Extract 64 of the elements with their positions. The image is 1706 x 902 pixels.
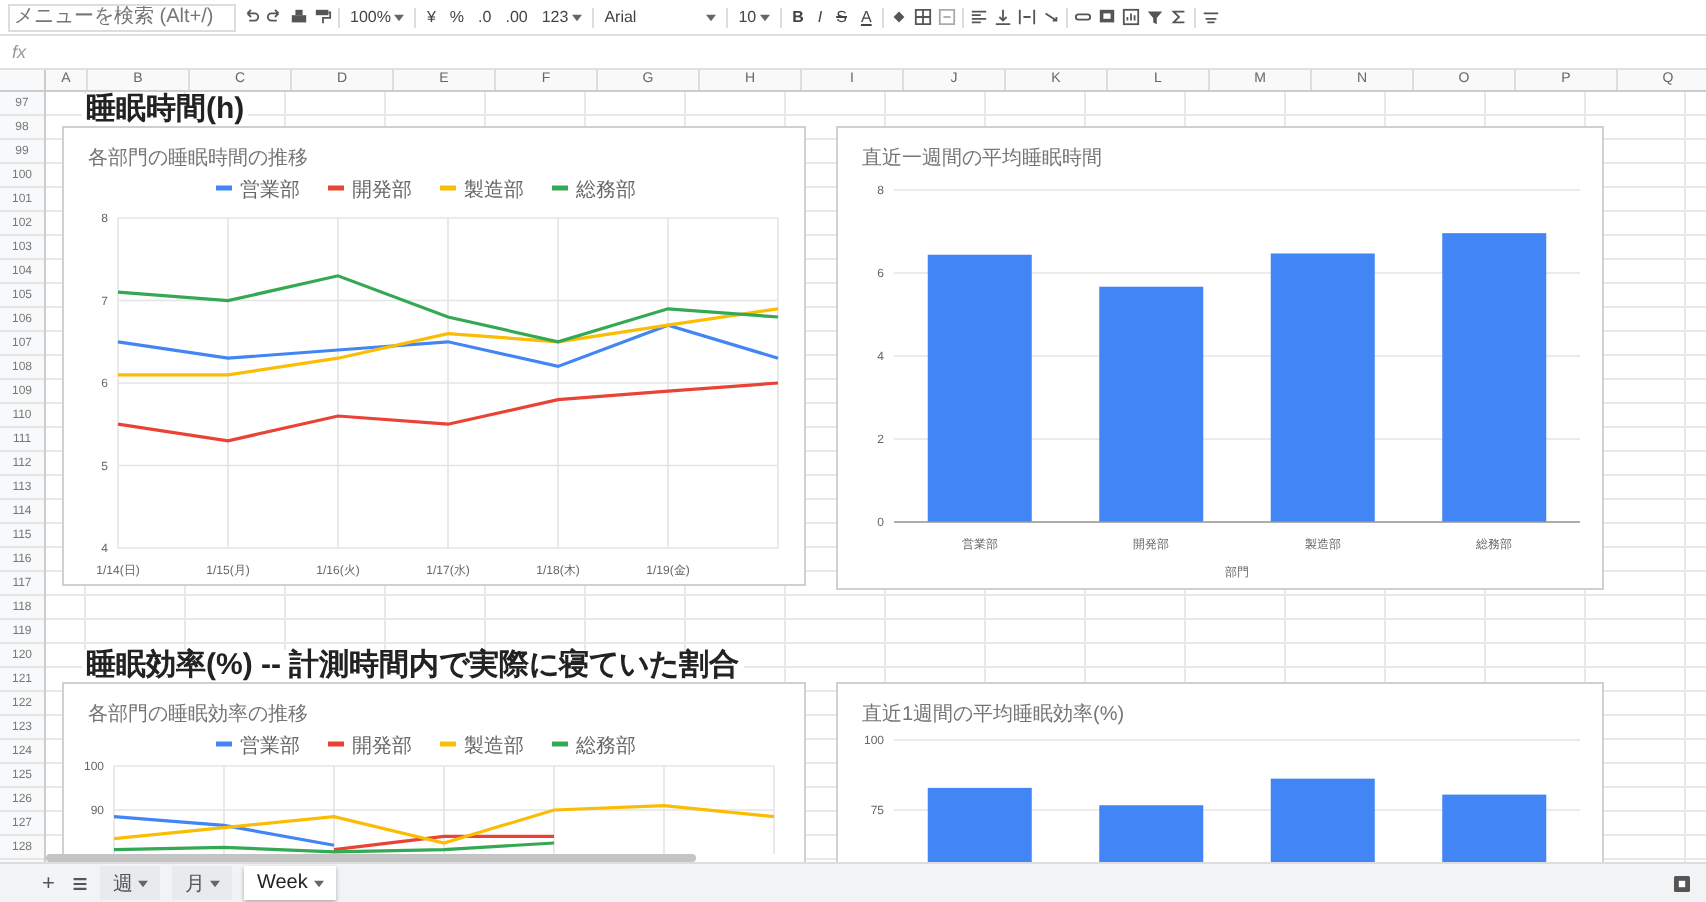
link-icon[interactable] [1073, 8, 1092, 26]
section-heading: 睡眠効率(%) -- 計測時間内で実際に寝ていた割合 [82, 650, 744, 682]
sheet-tab[interactable]: Week [244, 866, 336, 900]
italic-button[interactable]: I [813, 5, 827, 29]
caret-icon [394, 13, 405, 21]
sheet-tab[interactable]: 週 [100, 866, 161, 900]
filter-icon[interactable] [1145, 8, 1164, 26]
legend-label: 営業部 [240, 734, 300, 758]
font-dropdown[interactable]: Arial [600, 5, 721, 29]
explore-icon[interactable] [1674, 875, 1690, 891]
sheet-tab[interactable]: 月 [172, 866, 233, 900]
legend-label: 総務部 [574, 178, 636, 202]
chart-icon[interactable] [1121, 8, 1140, 26]
legend-item: 総務部 [552, 736, 636, 758]
legend-item: 営業部 [216, 736, 300, 758]
zoom-dropdown[interactable]: 100% [346, 5, 409, 29]
section-heading: 睡眠時間(h) [82, 94, 249, 126]
input-tools-icon[interactable] [1201, 8, 1220, 26]
caret-icon [138, 879, 149, 887]
legend-label: 製造部 [464, 734, 524, 758]
vertical-align-icon[interactable] [993, 8, 1012, 26]
caret-icon [572, 13, 583, 21]
legend-item: 開発部 [328, 736, 412, 758]
bold-button[interactable]: B [788, 5, 808, 29]
menu-search-field[interactable]: メニューを検索 (Alt+/) [8, 3, 236, 31]
legend-label: 総務部 [574, 734, 636, 758]
number-format-dropdown[interactable]: 123 [537, 5, 587, 29]
chart-title: 各部門の睡眠効率の推移 [88, 704, 308, 726]
caret-icon [706, 13, 717, 21]
chart-title: 直近一週間の平均睡眠時間 [862, 148, 1102, 170]
percent-button[interactable]: % [445, 5, 469, 29]
currency-button[interactable]: ¥ [422, 5, 440, 29]
legend-label: 開発部 [352, 734, 412, 758]
legend-item: 製造部 [440, 180, 524, 202]
borders-icon[interactable] [913, 8, 932, 26]
add-sheet-button[interactable]: + [36, 869, 61, 897]
sheet-list-icon[interactable] [72, 875, 89, 891]
legend-item: 製造部 [440, 736, 524, 758]
caret-icon [210, 879, 221, 887]
legend-item: 営業部 [216, 180, 300, 202]
caret-icon [760, 13, 771, 21]
decrease-decimal-button[interactable]: .0 [474, 5, 496, 29]
sum-icon[interactable] [1169, 8, 1188, 26]
comment-icon[interactable] [1097, 8, 1116, 26]
horizontal-scrollbar[interactable] [46, 854, 696, 862]
paint-roller-icon[interactable] [314, 8, 332, 26]
legend-item: 総務部 [552, 180, 636, 202]
chart-title: 直近1週間の平均睡眠効率(%) [862, 704, 1125, 726]
undo-icon[interactable] [242, 8, 260, 26]
chart-title: 各部門の睡眠時間の推移 [88, 148, 308, 170]
font-size-dropdown[interactable]: 10 [734, 5, 775, 29]
print-icon[interactable] [290, 8, 308, 26]
align-left-icon[interactable] [969, 8, 988, 26]
caret-icon [313, 879, 324, 887]
legend-item: 開発部 [328, 180, 412, 202]
legend-label: 開発部 [352, 178, 412, 202]
text-wrap-icon[interactable] [1017, 8, 1036, 26]
legend-label: 製造部 [464, 178, 524, 202]
formula-label: fx [10, 42, 29, 62]
legend-label: 営業部 [240, 178, 300, 202]
text-color-button[interactable]: A [856, 5, 876, 29]
strikethrough-button[interactable]: S [832, 5, 851, 29]
increase-decimal-button[interactable]: .00 [501, 5, 532, 29]
redo-icon[interactable] [266, 8, 284, 26]
